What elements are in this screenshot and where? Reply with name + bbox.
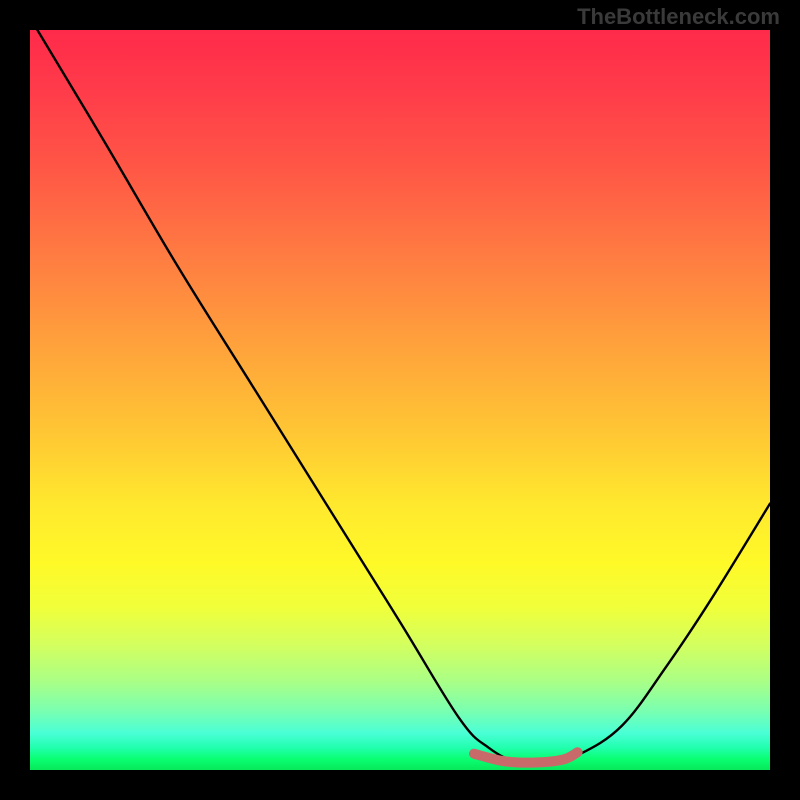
- bottleneck-curve-path: [37, 30, 770, 764]
- chart-container: TheBottleneck.com: [0, 0, 800, 800]
- plot-area: [30, 30, 770, 770]
- curves-svg: [30, 30, 770, 770]
- watermark-text: TheBottleneck.com: [577, 4, 780, 30]
- bottom-marker-path: [474, 752, 578, 762]
